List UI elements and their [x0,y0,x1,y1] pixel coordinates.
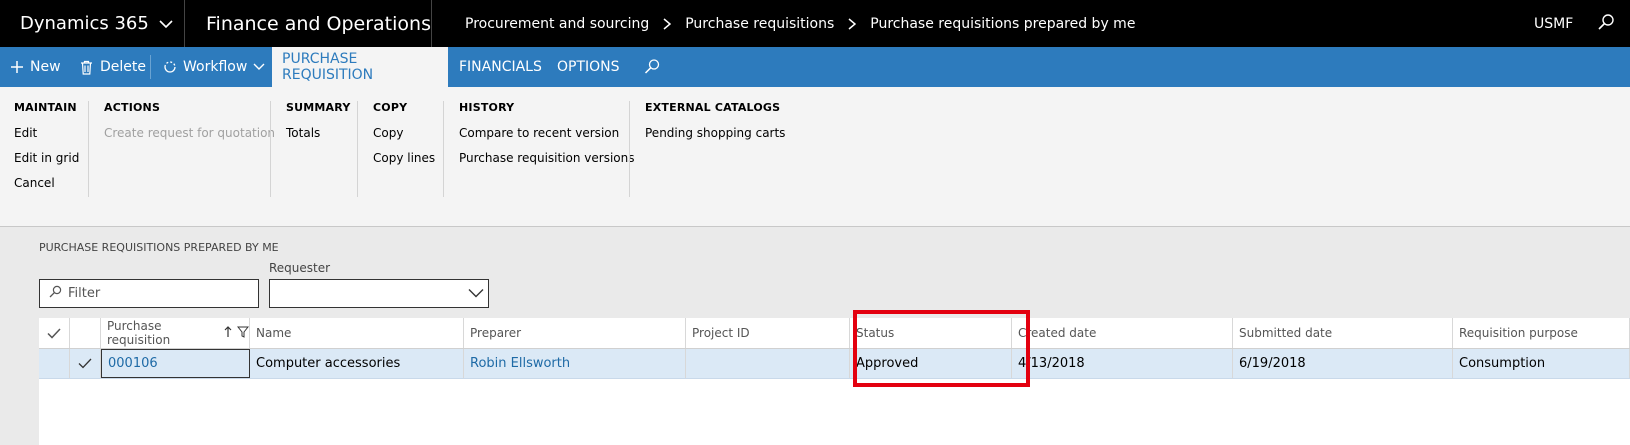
divider [357,101,358,197]
row-marker-header [70,318,101,348]
column-header-submitted-date[interactable]: Submitted date [1233,318,1453,348]
tab-label: FINANCIALS [459,59,542,75]
filter-icon[interactable] [236,326,250,341]
tab-purchase-requisition[interactable]: PURCHASE REQUISITION [272,47,448,87]
requisition-purpose-cell: Consumption [1453,349,1630,378]
tab-options[interactable]: OPTIONS [557,47,620,87]
column-header-created-date[interactable]: Created date [1012,318,1233,348]
requester-label: Requester [269,261,331,275]
group-actions: ACTIONS Create request for quotation [104,101,275,144]
divider [270,101,271,197]
group-copy: COPY Copy Copy lines [373,101,435,169]
sort-ascending-icon [224,325,232,341]
filter-input[interactable]: Filter [39,279,259,308]
group-summary: SUMMARY Totals [286,101,351,144]
edit-in-grid-button[interactable]: Edit in grid [14,147,79,169]
edit-button[interactable]: Edit [14,122,79,144]
app-name: Finance and Operations [186,0,432,47]
workflow-icon [162,59,178,75]
ribbon-panel: MAINTAIN Edit Edit in grid Cancel ACTION… [0,87,1630,227]
column-header-preparer[interactable]: Preparer [464,318,686,348]
name-cell: Computer accessories [250,349,464,378]
status-highlight-box [853,310,1030,387]
compare-version-button[interactable]: Compare to recent version [459,122,635,144]
submitted-date-cell: 6/19/2018 [1233,349,1453,378]
breadcrumb-item[interactable]: Procurement and sourcing [465,16,649,32]
chevron-right-icon [848,17,857,30]
breadcrumb: Procurement and sourcing Purchase requis… [465,0,1135,47]
requisition-versions-button[interactable]: Purchase requisition versions [459,147,635,169]
group-maintain: MAINTAIN Edit Edit in grid Cancel [14,101,79,194]
workflow-button[interactable]: Workflow [162,47,265,87]
column-header-requisition-purpose[interactable]: Requisition purpose [1453,318,1630,348]
group-title: COPY [373,101,408,114]
group-title: EXTERNAL CATALOGS [645,101,781,114]
search-icon [48,285,68,303]
breadcrumb-item[interactable]: Purchase requisitions [685,16,834,32]
new-button[interactable]: New [10,47,61,87]
create-rfq-button[interactable]: Create request for quotation [104,122,275,144]
table-row[interactable]: 000106 Computer accessories Robin Ellswo… [39,349,1630,379]
breadcrumb-item: Purchase requisitions prepared by me [870,15,1136,32]
group-title: HISTORY [459,101,515,114]
totals-button[interactable]: Totals [286,122,351,144]
chevron-down-icon [253,63,265,71]
chevron-down-icon [159,13,173,34]
divider [150,55,151,79]
purchase-requisition-link[interactable]: 000106 [101,349,250,378]
divider [629,101,630,197]
action-pane: New Delete Workflow PURCHASE REQUISITION… [0,47,1630,87]
row-select-cell[interactable] [39,349,70,378]
group-history: HISTORY Compare to recent version Purcha… [459,101,635,169]
tab-label: OPTIONS [557,59,620,75]
row-checkmark-icon[interactable] [70,349,101,378]
project-id-cell [686,349,850,378]
plus-icon [10,60,24,74]
pending-carts-button[interactable]: Pending shopping carts [645,122,785,144]
delete-button[interactable]: Delete [80,47,146,87]
delete-button-label: Delete [100,59,146,75]
cancel-button[interactable]: Cancel [14,172,79,194]
copy-button[interactable]: Copy [373,122,435,144]
divider [88,101,89,197]
workflow-button-label: Workflow [183,59,248,75]
brand-label: Dynamics 365 [20,13,149,34]
company-picker[interactable]: USMF [1534,0,1573,47]
group-title: MAINTAIN [14,101,77,114]
divider [443,101,444,197]
group-title: ACTIONS [104,101,161,114]
select-all-checkbox[interactable] [39,318,70,348]
column-header-name[interactable]: Name [250,318,464,348]
search-icon[interactable] [1596,13,1616,33]
tab-financials[interactable]: FINANCIALS [459,47,542,87]
column-header-project-id[interactable]: Project ID [686,318,850,348]
grid-header-row: Purchase requisition Name Preparer Proje… [39,318,1630,349]
page-title: PURCHASE REQUISITIONS PREPARED BY ME [39,241,279,254]
group-title: SUMMARY [286,101,351,114]
requester-select[interactable] [269,279,489,308]
top-nav-bar: Dynamics 365 Finance and Operations Proc… [0,0,1630,47]
chevron-right-icon [663,17,672,30]
preparer-link[interactable]: Robin Ellsworth [464,349,686,378]
app-switcher[interactable]: Dynamics 365 [0,0,185,47]
new-button-label: New [30,59,61,75]
column-header-label: Purchase requisition [107,319,171,347]
search-icon[interactable] [643,47,661,87]
requisitions-grid: Purchase requisition Name Preparer Proje… [39,318,1630,445]
tab-label: PURCHASE REQUISITION [282,51,374,83]
copy-lines-button[interactable]: Copy lines [373,147,435,169]
filter-placeholder: Filter [68,286,101,301]
trash-icon [80,60,93,75]
group-external-catalogs: EXTERNAL CATALOGS Pending shopping carts [645,101,785,144]
column-header-purchase-requisition[interactable]: Purchase requisition [101,318,250,348]
created-date-cell: 4/13/2018 [1012,349,1233,378]
